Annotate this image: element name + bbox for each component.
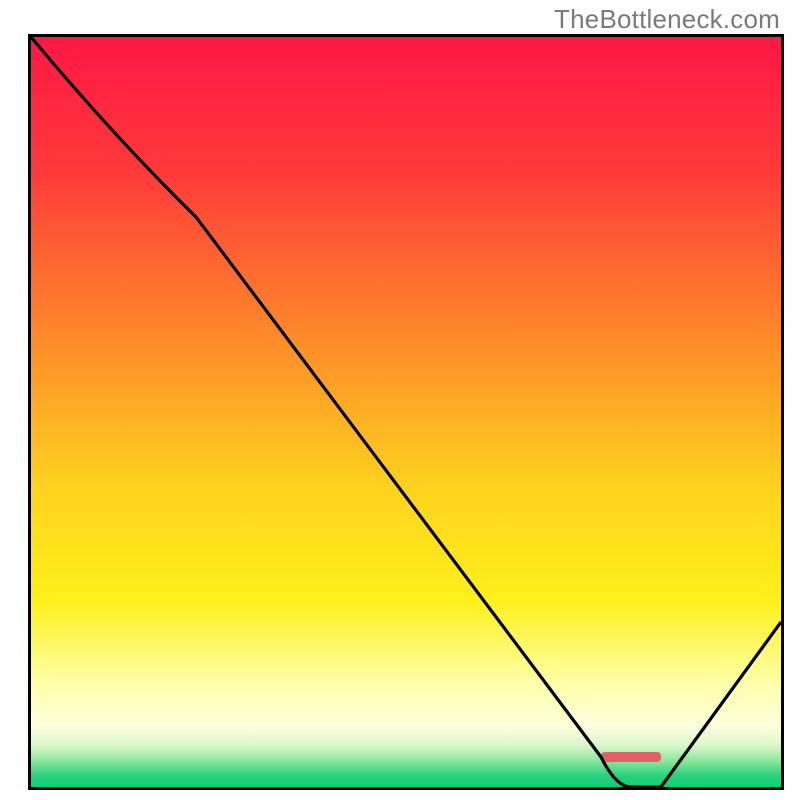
optimal-marker (601, 752, 661, 762)
chart-container: TheBottleneck.com (0, 0, 800, 800)
watermark-text: TheBottleneck.com (554, 4, 780, 35)
chart-svg (31, 37, 781, 787)
gradient-background (31, 37, 781, 787)
plot-area (28, 34, 784, 790)
